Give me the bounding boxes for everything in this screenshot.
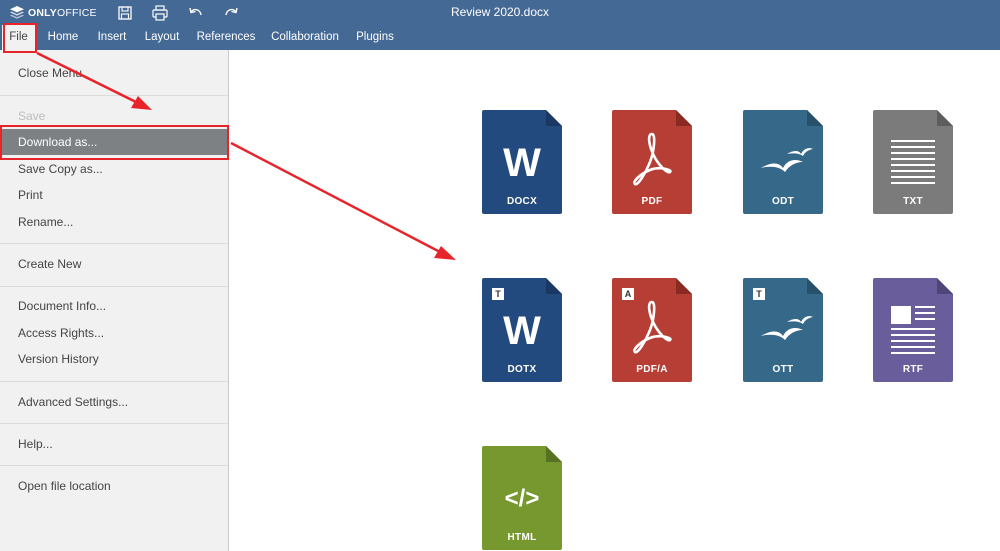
format-pdf[interactable]: PDF [612,110,692,214]
arrowhead-icon [434,246,456,260]
tab-file[interactable]: File [2,25,35,50]
menu-divider [0,95,228,96]
tab-layout[interactable]: Layout [140,25,184,50]
menu-print[interactable]: Print [0,182,228,208]
format-docx[interactable]: W DOCX [482,110,562,214]
menu-divider [0,423,228,424]
format-label: TXT [903,196,923,207]
format-rtf[interactable]: RTF [873,278,953,382]
tab-references[interactable]: References [194,25,258,50]
toolbar-tabs: File Home Insert Layout References Colla… [0,25,1000,50]
format-txt[interactable]: TXT [873,110,953,214]
format-dotx[interactable]: W T DOTX [482,278,562,382]
template-badge: T [492,288,504,300]
format-pdfa[interactable]: A PDF/A [612,278,692,382]
menu-help[interactable]: Help... [0,431,228,457]
arrow-to-formats [230,141,441,254]
svg-text:</>: </> [505,485,540,512]
format-odt[interactable]: ODT [743,110,823,214]
format-label: OTT [772,364,794,375]
menu-save-copy-as[interactable]: Save Copy as... [0,156,228,182]
format-label: DOCX [506,196,538,207]
menu-version-history[interactable]: Version History [0,346,228,372]
menu-open-file-location[interactable]: Open file location [0,473,228,499]
menu-divider [0,243,228,244]
menu-divider [0,286,228,287]
menu-save: Save [18,109,46,123]
tab-collaboration[interactable]: Collaboration [268,25,342,50]
format-label: DOTX [507,364,537,375]
tab-insert[interactable]: Insert [92,25,132,50]
tab-home[interactable]: Home [42,25,84,50]
menu-close[interactable]: Close Menu [0,60,228,86]
document-title: Review 2020.docx [450,5,550,19]
format-label: PDF [641,196,663,207]
format-label: HTML [507,532,537,543]
svg-text:W: W [503,309,541,353]
archive-badge: A [622,288,634,300]
format-label: ODT [771,196,794,207]
title-bar: ONLYOFFICE Review 2020.docx [0,0,1000,25]
svg-text:W: W [503,141,541,185]
menu-download-as[interactable]: Download as... [0,129,228,155]
format-label: PDF/A [636,364,668,375]
menu-create-new[interactable]: Create New [0,251,228,277]
menu-divider [0,465,228,466]
tab-plugins[interactable]: Plugins [352,25,398,50]
menu-access-rights[interactable]: Access Rights... [0,320,228,346]
format-html[interactable]: </> HTML [482,446,562,550]
format-label: RTF [902,364,924,375]
file-menu: Close Menu Save Download as... Save Copy… [0,50,229,551]
format-ott[interactable]: T OTT [743,278,823,382]
menu-divider [0,381,228,382]
template-badge: T [753,288,765,300]
menu-advanced-settings[interactable]: Advanced Settings... [0,389,228,415]
menu-document-info[interactable]: Document Info... [0,293,228,319]
menu-rename[interactable]: Rename... [0,209,228,235]
